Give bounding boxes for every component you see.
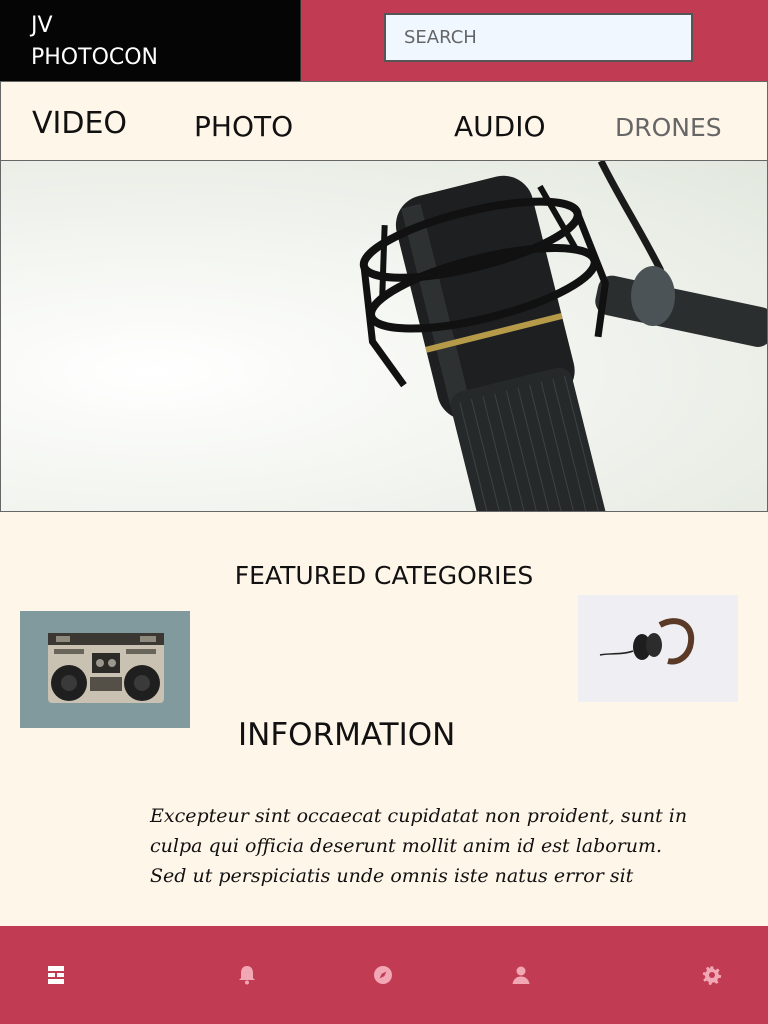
headphones-illustration	[599, 618, 695, 665]
search-input[interactable]	[384, 13, 693, 62]
headphones-thumbnail[interactable]	[578, 595, 738, 702]
gear-icon	[702, 966, 722, 986]
microphone-illustration	[359, 161, 767, 511]
information-paragraph: Excepteur sint occaecat cupidatat non pr…	[150, 801, 688, 891]
hero-microphone-image	[0, 161, 768, 512]
tab-dashboard[interactable]	[44, 963, 68, 987]
tab-settings[interactable]	[700, 963, 724, 987]
nav-item-drones[interactable]: DRONES	[615, 113, 722, 142]
information-line-3: Sed ut perspiciatis unde omnis iste natu…	[150, 865, 634, 887]
header: JV PHOTOCON	[0, 0, 768, 81]
nav-item-photo[interactable]: PHOTO	[194, 110, 293, 143]
boombox-illustration	[48, 633, 164, 703]
boombox-thumbnail[interactable]	[20, 611, 190, 728]
bottom-tab-bar	[0, 926, 768, 1024]
tab-profile[interactable]	[509, 963, 533, 987]
category-nav: VIDEO PHOTO AUDIO DRONES	[0, 81, 768, 161]
compass-icon	[374, 966, 392, 984]
person-icon	[512, 966, 530, 984]
information-heading: INFORMATION	[238, 717, 456, 753]
dashboard-icon	[48, 966, 64, 984]
nav-item-audio[interactable]: AUDIO	[454, 110, 546, 143]
featured-categories-heading: FEATURED CATEGORIES	[234, 561, 534, 590]
information-line-1: Excepteur sint occaecat cupidatat non pr…	[150, 805, 688, 827]
brand-line-2: PHOTOCON	[31, 45, 159, 70]
brand-logo[interactable]: JV PHOTOCON	[0, 0, 301, 81]
bell-icon	[239, 966, 255, 985]
nav-item-video[interactable]: VIDEO	[32, 106, 127, 141]
tab-notifications[interactable]	[235, 963, 259, 987]
brand-line-1: JV	[31, 13, 53, 38]
information-line-2: culpa qui officia deserunt mollit anim i…	[150, 835, 663, 857]
tab-explore[interactable]	[371, 963, 395, 987]
search-bar	[301, 0, 768, 81]
